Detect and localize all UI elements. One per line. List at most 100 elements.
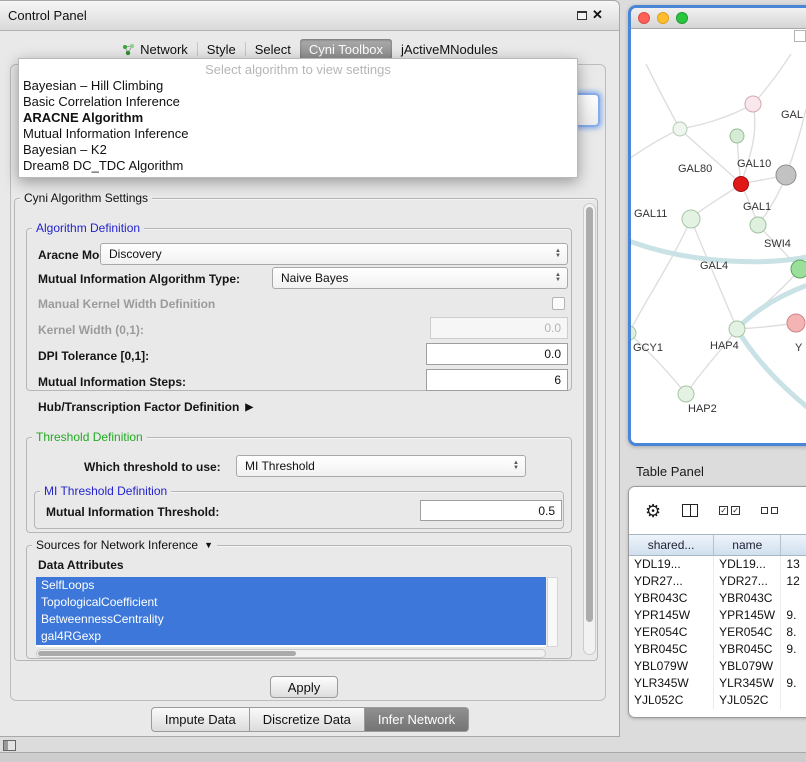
graph-node[interactable]: [682, 210, 700, 228]
apply-button[interactable]: Apply: [270, 676, 338, 698]
tab-style-label: Style: [207, 42, 236, 57]
table-row[interactable]: YBL079W YBL079W: [629, 658, 806, 675]
gear-icon[interactable]: ⚙: [645, 502, 661, 520]
apply-button-label: Apply: [288, 680, 321, 695]
cell: YJL052C: [629, 692, 714, 709]
column-header[interactable]: [781, 535, 806, 555]
tab-jactivemnodules[interactable]: jActiveMNodules: [392, 39, 507, 60]
graph-node[interactable]: [776, 165, 796, 185]
network-window-titlebar: [631, 8, 806, 29]
attribute-list-scrollbar[interactable]: [547, 577, 558, 647]
column-header-name[interactable]: name: [714, 535, 781, 555]
sources-legend[interactable]: Sources for Network Inference ▼: [32, 538, 217, 552]
tab-select[interactable]: Select: [246, 39, 300, 60]
table-row[interactable]: YDL19... YDL19... 13: [629, 556, 806, 573]
dpi-tolerance-label: DPI Tolerance [0,1]:: [38, 349, 149, 363]
table-row[interactable]: YPR145W YPR145W 9.: [629, 607, 806, 624]
table-toolbar: ⚙ ✓ ✓: [629, 487, 806, 534]
network-canvas[interactable]: GAL GAL80 GAL10 GAL11 GAL1 SWI4 GAL4 GCY…: [631, 29, 806, 443]
node-label: SWI4: [764, 238, 791, 250]
graph-node[interactable]: [750, 217, 766, 233]
minimize-button[interactable]: [657, 12, 669, 24]
graph-node-selected[interactable]: [734, 177, 749, 192]
algorithm-option[interactable]: Bayesian – Hill Climbing: [19, 78, 577, 94]
mi-threshold-input[interactable]: 0.5: [420, 500, 562, 521]
settings-scrollbar[interactable]: [583, 203, 596, 655]
mi-type-combobox[interactable]: Naive Bayes ▲▼: [272, 267, 568, 289]
network-graph: [631, 29, 806, 443]
graph-node[interactable]: [745, 96, 761, 112]
mi-type-label: Mutual Information Algorithm Type:: [38, 272, 240, 286]
algorithm-placeholder[interactable]: Select algorithm to view settings: [19, 61, 577, 78]
bottom-tab-bar: Impute Data Discretize Data Infer Networ…: [0, 707, 620, 732]
cell: 9.: [781, 641, 806, 658]
tab-network[interactable]: Network: [113, 39, 197, 60]
algorithm-option[interactable]: Bayesian – K2: [19, 142, 577, 158]
chevron-right-icon: ▶: [245, 402, 253, 413]
hub-definition-toggle[interactable]: Hub/Transcription Factor Definition ▶: [38, 400, 253, 414]
table-row[interactable]: YBR043C YBR043C: [629, 590, 806, 607]
algorithm-option[interactable]: Dream8 DC_TDC Algorithm: [19, 158, 577, 174]
aracne-mode-value: Discovery: [109, 247, 162, 261]
node-label: GAL: [781, 109, 803, 121]
attribute-item-selected[interactable]: TopologicalCoefficient: [36, 594, 546, 611]
attribute-item-selected[interactable]: SelfLoops: [36, 577, 546, 594]
attribute-item-selected[interactable]: gal4RGexp: [36, 628, 546, 645]
tab-infer-network[interactable]: Infer Network: [365, 707, 469, 732]
deselect-all-checks-icon[interactable]: [761, 507, 778, 514]
attribute-list-hscrollbar[interactable]: [36, 649, 546, 658]
cell: YER054C: [714, 624, 781, 641]
cell: YPR145W: [629, 607, 714, 624]
node-label: GAL80: [678, 163, 712, 175]
mi-type-value: Naive Bayes: [281, 271, 348, 285]
table-body: YDL19... YDL19... 13 YDR27... YDR27... 1…: [629, 556, 806, 709]
tab-style[interactable]: Style: [198, 39, 245, 60]
table-row[interactable]: YJL052C YJL052C: [629, 692, 806, 709]
graph-node[interactable]: [631, 326, 636, 340]
table-row[interactable]: YBR045C YBR045C 9.: [629, 641, 806, 658]
table-row[interactable]: YDR27... YDR27... 12: [629, 573, 806, 590]
graph-node[interactable]: [787, 314, 805, 332]
canvas-scrollbar-button[interactable]: [794, 30, 806, 42]
which-threshold-combobox[interactable]: MI Threshold ▲▼: [236, 455, 526, 477]
graph-node[interactable]: [673, 122, 687, 136]
cell: YJL052C: [714, 692, 781, 709]
algorithm-option[interactable]: Basic Correlation Inference: [19, 94, 577, 110]
graph-node[interactable]: [729, 321, 745, 337]
tab-discretize-data[interactable]: Discretize Data: [250, 707, 365, 732]
columns-icon[interactable]: [682, 504, 698, 517]
manual-kernel-checkbox[interactable]: [552, 297, 565, 310]
settings-scrollbar-thumb[interactable]: [586, 207, 593, 622]
tab-discretize-data-label: Discretize Data: [263, 712, 351, 727]
algorithm-option-selected[interactable]: ARACNE Algorithm: [19, 110, 577, 126]
attribute-item-selected[interactable]: BetweennessCentrality: [36, 611, 546, 628]
aracne-mode-combobox[interactable]: Discovery ▲▼: [100, 243, 568, 265]
kernel-width-input[interactable]: 0.0: [430, 317, 568, 339]
zoom-button[interactable]: [676, 12, 688, 24]
dpi-tolerance-input[interactable]: 0.0: [426, 343, 568, 365]
cell: YDR27...: [714, 573, 781, 590]
tab-impute-data[interactable]: Impute Data: [151, 707, 250, 732]
graph-node[interactable]: [678, 386, 694, 402]
select-all-checks-icon[interactable]: ✓ ✓: [719, 506, 740, 515]
node-label: HAP4: [710, 340, 739, 352]
column-header-shared-name[interactable]: shared...: [629, 535, 714, 555]
close-button[interactable]: [638, 12, 650, 24]
tab-cyni-toolbox[interactable]: Cyni Toolbox: [300, 39, 392, 60]
cell: YLR345W: [714, 675, 781, 692]
control-panel-window: Control Panel ✕ Network Style Select Cyn…: [0, 0, 620, 737]
table-row[interactable]: YLR345W YLR345W 9.: [629, 675, 806, 692]
tab-select-label: Select: [255, 42, 291, 57]
cell: YER054C: [629, 624, 714, 641]
dock-panel-icon[interactable]: [3, 740, 16, 751]
chevron-down-icon: ▼: [204, 540, 213, 550]
table-row[interactable]: YER054C YER054C 8.: [629, 624, 806, 641]
undock-panel-icon[interactable]: [577, 11, 587, 20]
attribute-list-hscrollbar-thumb[interactable]: [38, 651, 296, 656]
graph-node[interactable]: [791, 260, 806, 278]
graph-node[interactable]: [730, 129, 744, 143]
node-label: GAL4: [700, 260, 728, 272]
algorithm-option[interactable]: Mutual Information Inference: [19, 126, 577, 142]
close-icon[interactable]: ✕: [592, 7, 603, 23]
mi-steps-input[interactable]: 6: [426, 369, 568, 391]
